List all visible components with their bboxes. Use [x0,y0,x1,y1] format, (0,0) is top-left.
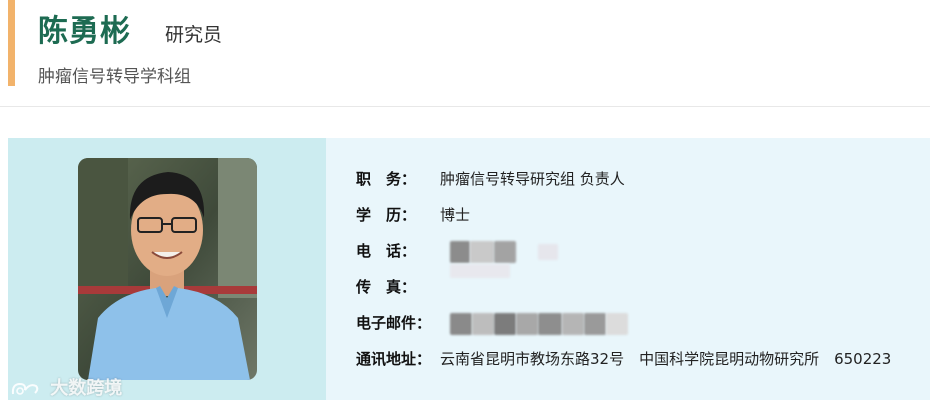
redacted-email-2 [472,313,494,335]
redacted-phone-2 [470,241,494,263]
person-title: 研究员 [165,24,223,46]
row-fax: 传 真： [356,264,916,300]
redacted-fax [450,264,510,278]
redacted-email-1 [450,313,472,335]
photo-panel [8,138,326,400]
redacted-phone [450,241,470,263]
accent-bar [8,0,15,86]
redacted-email-7 [584,313,606,335]
education-label: 学 历： [356,206,417,224]
row-education: 学 历： 博士 [356,204,916,228]
row-address: 通讯地址： 云南省昆明市教场东路32号 中国科学院昆明动物研究所 650223 [356,348,916,372]
redacted-email-6 [562,313,584,335]
redacted-phone-3 [494,241,516,263]
row-email: 电子邮件： [356,312,916,336]
row-position: 职 务： 肿瘤信号转导研究组 负责人 [356,168,916,192]
fax-label: 传 真： [356,278,417,296]
redacted-email-3 [494,313,516,335]
address-value: 云南省昆明市教场东路32号 中国科学院昆明动物研究所 650223 [440,350,892,368]
watermark: 大数跨境 [10,374,122,400]
person-name: 陈勇彬 [38,14,131,49]
phone-label: 电 话： [356,242,417,260]
research-group: 肿瘤信号转导学科组 [38,67,191,87]
address-label: 通讯地址： [356,350,432,368]
watermark-logo-icon [11,382,39,395]
row-phone: 电 话： [356,240,916,264]
redacted-email-5 [538,313,562,335]
education-value: 博士 [440,206,471,224]
redacted-email-8 [606,313,628,335]
redacted-phone-4 [538,244,558,260]
watermark-text: 大数跨境 [50,378,123,399]
email-label: 电子邮件： [356,314,432,332]
position-label: 职 务： [356,170,417,188]
redacted-email-4 [516,313,538,335]
profile-photo [78,158,257,380]
profile-header: 陈勇彬 研究员 肿瘤信号转导学科组 [0,0,930,107]
position-value: 肿瘤信号转导研究组 负责人 [440,170,625,188]
